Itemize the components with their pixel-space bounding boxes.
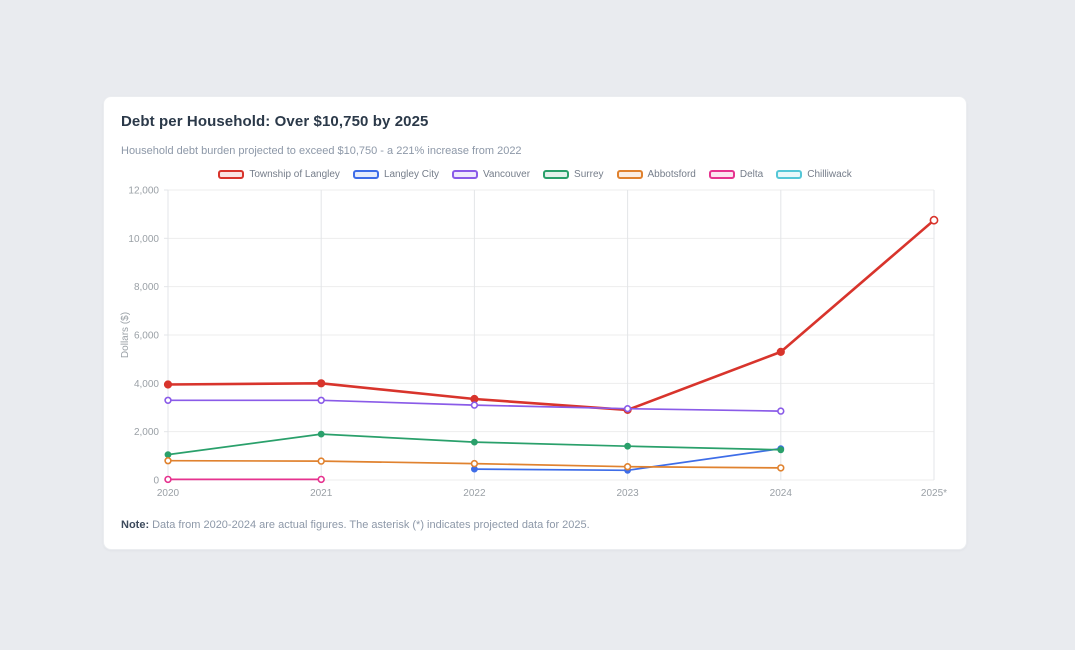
svg-text:8,000: 8,000: [134, 282, 159, 293]
series-township-of-langley: [164, 217, 937, 414]
data-point-delta-2020: [165, 477, 171, 483]
legend-label: Vancouver: [483, 169, 530, 180]
footnote: Note:Data from 2020-2024 are actual figu…: [121, 519, 590, 531]
legend-item-chilliwack[interactable]: Chilliwack: [776, 169, 851, 180]
legend-item-langley-city[interactable]: Langley City: [353, 169, 439, 180]
data-point-abbotsford-2021: [318, 458, 324, 464]
page-title: Debt per Household: Over $10,750 by 2025: [121, 113, 428, 130]
data-point-abbotsford-2022: [472, 461, 478, 467]
data-point-surrey-2021: [318, 431, 324, 437]
legend-item-township-of-langley[interactable]: Township of Langley: [218, 169, 340, 180]
legend-swatch-township-of-langley: [218, 170, 244, 179]
svg-text:2021: 2021: [310, 488, 333, 499]
footnote-label: Note:: [121, 519, 149, 531]
legend-label: Langley City: [384, 169, 439, 180]
data-point-vancouver-2022: [472, 402, 478, 408]
legend-swatch-chilliwack: [776, 170, 802, 179]
svg-text:0: 0: [153, 476, 159, 487]
legend-label: Township of Langley: [249, 169, 340, 180]
legend-label: Surrey: [574, 169, 603, 180]
data-point-township-of-langley-2024: [777, 348, 784, 355]
legend-item-surrey[interactable]: Surrey: [543, 169, 603, 180]
footnote-text: Data from 2020-2024 are actual figures. …: [152, 519, 590, 531]
y-axis-label: Dollars ($): [120, 312, 131, 358]
data-point-vancouver-2023: [625, 406, 631, 412]
legend-label: Chilliwack: [807, 169, 851, 180]
data-point-surrey-2024: [778, 447, 784, 453]
data-point-abbotsford-2020: [165, 458, 171, 464]
legend-swatch-delta: [709, 170, 735, 179]
legend-item-delta[interactable]: Delta: [709, 169, 763, 180]
svg-text:2022: 2022: [463, 488, 486, 499]
data-point-township-of-langley-2021: [318, 380, 325, 387]
debt-line-chart: 0 2,000 4,000 6,000 8,000 10,000 12,000 2020 202…: [114, 183, 948, 506]
data-point-vancouver-2020: [165, 397, 171, 403]
data-point-surrey-2020: [165, 452, 171, 458]
chart-card: Debt per Household: Over $10,750 by 2025…: [103, 96, 967, 550]
data-point-township-of-langley-2025*: [930, 217, 937, 224]
svg-text:2020: 2020: [157, 488, 180, 499]
legend-label: Abbotsford: [648, 169, 696, 180]
data-point-township-of-langley-2020: [164, 381, 171, 388]
chart-subtitle: Household debt burden projected to excee…: [121, 145, 522, 157]
legend-item-vancouver[interactable]: Vancouver: [452, 169, 530, 180]
data-point-surrey-2022: [472, 439, 478, 445]
data-point-vancouver-2021: [318, 397, 324, 403]
svg-text:2025*: 2025*: [921, 488, 947, 499]
legend-swatch-langley-city: [353, 170, 379, 179]
legend-swatch-abbotsford: [617, 170, 643, 179]
gridlines: 0 2,000 4,000 6,000 8,000 10,000 12,000 2020 202…: [128, 186, 947, 500]
data-point-surrey-2023: [625, 443, 631, 449]
data-point-delta-2021: [318, 477, 324, 483]
legend-label: Delta: [740, 169, 763, 180]
legend-swatch-surrey: [543, 170, 569, 179]
data-point-vancouver-2024: [778, 408, 784, 414]
legend-item-abbotsford[interactable]: Abbotsford: [617, 169, 696, 180]
svg-text:6,000: 6,000: [134, 331, 159, 342]
data-point-abbotsford-2023: [625, 464, 631, 470]
svg-text:2024: 2024: [770, 488, 793, 499]
series-delta: [165, 477, 324, 483]
data-point-abbotsford-2024: [778, 465, 784, 471]
svg-text:2023: 2023: [616, 488, 639, 499]
svg-text:12,000: 12,000: [128, 186, 159, 197]
svg-text:10,000: 10,000: [128, 234, 159, 245]
legend-swatch-vancouver: [452, 170, 478, 179]
svg-text:2,000: 2,000: [134, 427, 159, 438]
chart-area: 0 2,000 4,000 6,000 8,000 10,000 12,000 2020 202…: [114, 183, 948, 506]
chart-legend: Township of Langley Langley City Vancouver…: [104, 169, 966, 180]
svg-text:4,000: 4,000: [134, 379, 159, 390]
